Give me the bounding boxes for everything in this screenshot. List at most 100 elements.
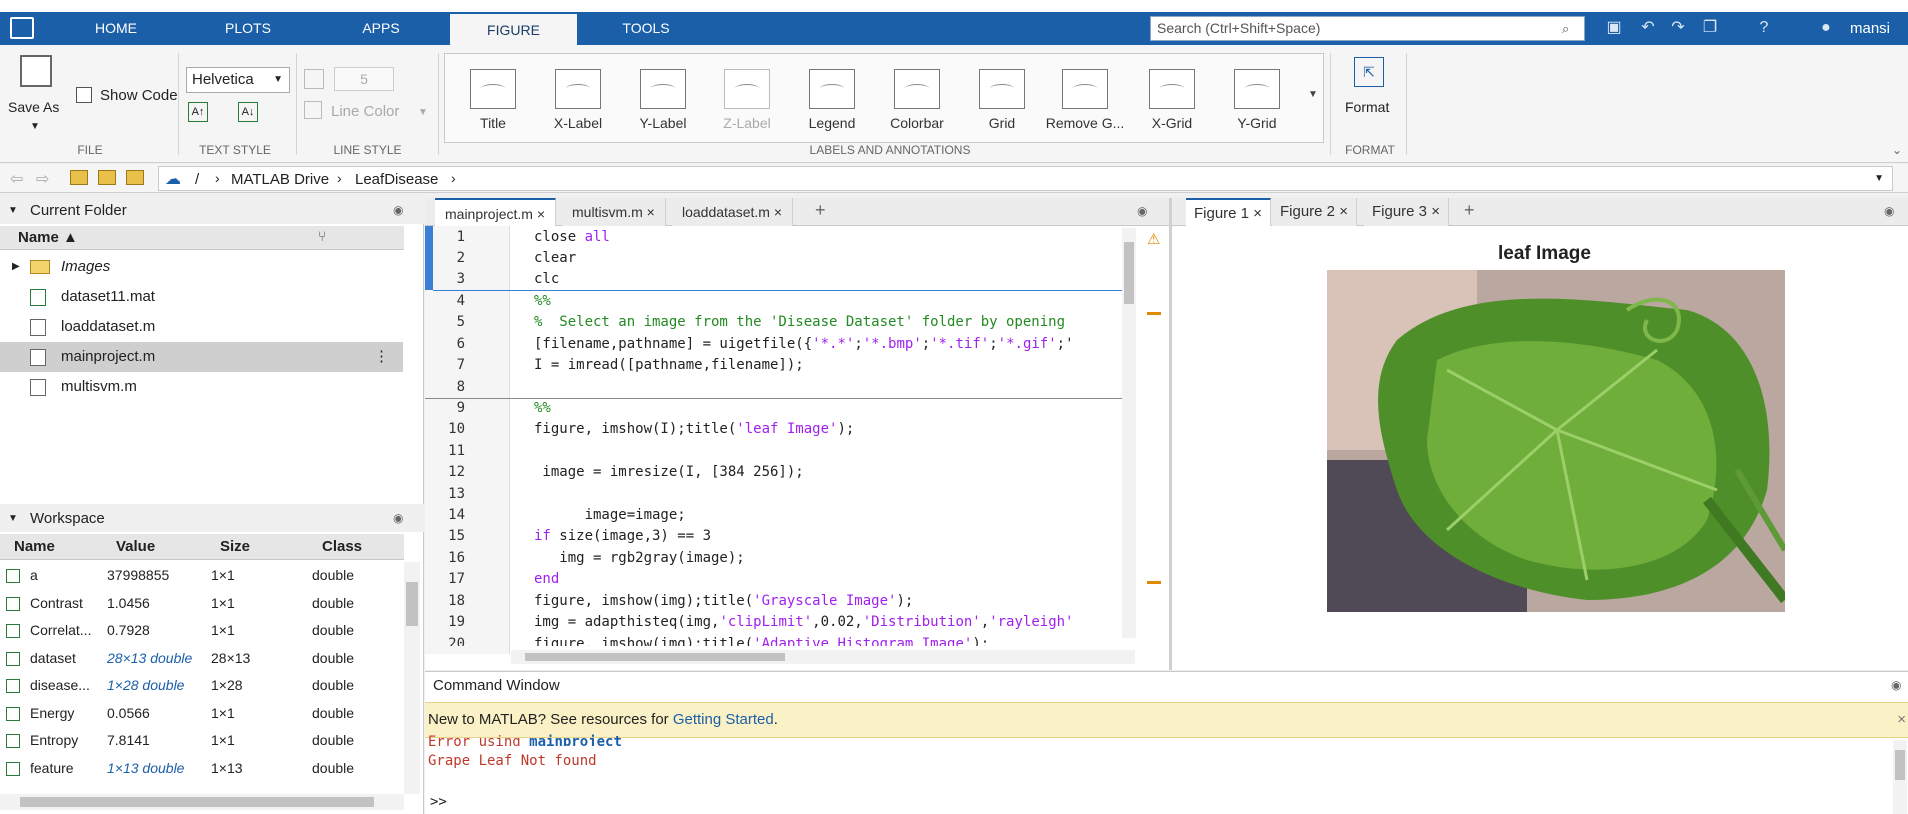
tab-apps[interactable]: APPS xyxy=(325,12,437,45)
show-code-label[interactable]: Show Code xyxy=(100,87,178,104)
close-icon[interactable]: × xyxy=(774,204,782,220)
code-line[interactable]: img = rgb2gray(image); xyxy=(534,550,744,566)
tab-figure-2[interactable]: Figure 2 × xyxy=(1272,198,1357,226)
collapse-icon[interactable]: ▼ xyxy=(8,205,18,216)
value-column-header[interactable]: Value xyxy=(116,534,155,560)
close-icon[interactable]: × xyxy=(647,204,655,220)
y-label-button[interactable]: Y-Label xyxy=(622,65,704,145)
breadcrumb-matlab-drive[interactable]: MATLAB Drive xyxy=(231,171,329,188)
collapse-ribbon-icon[interactable]: ⌄ xyxy=(1892,143,1902,157)
tab-home[interactable]: HOME xyxy=(60,12,172,45)
tab-figure-1[interactable]: Figure 1 × xyxy=(1186,198,1271,226)
x-grid-button[interactable]: X-Grid xyxy=(1131,65,1213,145)
code-line[interactable]: if size(image,3) == 3 xyxy=(534,528,711,544)
undo-icon[interactable]: ↶ xyxy=(1638,17,1658,39)
table-row[interactable]: disease... 1×28 double 1×28 double xyxy=(0,672,404,699)
list-item[interactable]: dataset11.mat xyxy=(0,282,403,312)
source-control-icon[interactable]: ⑂ xyxy=(318,228,326,244)
panel-actions-icon[interactable]: ◉ xyxy=(1891,678,1901,692)
list-item[interactable]: loaddataset.m xyxy=(0,312,403,342)
find-files-icon[interactable] xyxy=(126,170,144,185)
class-column-header[interactable]: Class xyxy=(322,534,362,560)
help-icon[interactable]: ? xyxy=(1754,17,1774,39)
back-icon[interactable]: ⇦ xyxy=(10,169,23,189)
search-input[interactable]: Search (Ctrl+Shift+Space) xyxy=(1150,16,1585,41)
tab-plots[interactable]: PLOTS xyxy=(192,12,304,45)
panel-splitter[interactable] xyxy=(1169,198,1172,670)
redo-icon[interactable]: ↷ xyxy=(1668,17,1688,39)
mainproject-link[interactable]: mainproject xyxy=(529,734,622,746)
show-code-checkbox[interactable] xyxy=(76,87,92,103)
y-grid-button[interactable]: Y-Grid xyxy=(1216,65,1298,145)
search-icon[interactable]: ⌕ xyxy=(1562,21,1569,37)
panel-actions-icon[interactable]: ◉ xyxy=(393,511,403,525)
format-button[interactable]: Format xyxy=(1345,99,1389,115)
save-as-dropdown-icon[interactable]: ▼ xyxy=(30,121,40,132)
font-select[interactable]: Helvetica ▼ xyxy=(186,67,290,93)
account-icon[interactable]: ● xyxy=(1816,17,1836,39)
panel-actions-icon[interactable]: ◉ xyxy=(393,203,403,217)
tab-multisvm[interactable]: multisvm.m × xyxy=(562,198,666,226)
add-tab-icon[interactable]: + xyxy=(1464,200,1475,221)
address-dropdown-icon[interactable]: ▼ xyxy=(1874,173,1884,184)
format-icon[interactable]: ⇱ xyxy=(1354,57,1384,87)
tab-loaddataset[interactable]: loaddataset.m × xyxy=(672,198,794,226)
table-row[interactable]: Entropy 7.8141 1×1 double xyxy=(0,727,404,754)
increase-font-icon[interactable]: A↑ xyxy=(188,102,208,122)
switch-windows-icon[interactable]: ❐ xyxy=(1700,17,1720,39)
address-bar[interactable]: ☁ / › MATLAB Drive › LeafDisease › ▼ xyxy=(158,166,1893,191)
table-row[interactable]: Correlat... 0.7928 1×1 double xyxy=(0,617,404,644)
command-scrollbar[interactable] xyxy=(1893,740,1907,814)
tab-figure[interactable]: FIGURE xyxy=(450,12,577,45)
list-item[interactable]: ▶ Images xyxy=(0,252,403,282)
more-options-icon[interactable]: ⋮ xyxy=(374,342,389,372)
code-line[interactable]: %% xyxy=(534,400,551,416)
decrease-font-icon[interactable]: A↓ xyxy=(238,102,258,122)
getting-started-link[interactable]: Getting Started xyxy=(673,711,774,728)
tab-tools[interactable]: TOOLS xyxy=(577,12,715,45)
vertical-scrollbar[interactable] xyxy=(404,562,420,794)
workspace-header[interactable]: Name Value Size Class xyxy=(0,534,404,560)
user-name[interactable]: mansi xyxy=(1850,20,1890,37)
horizontal-scrollbar[interactable] xyxy=(0,794,404,810)
size-column-header[interactable]: Size xyxy=(220,534,250,560)
code-line[interactable]: image=image; xyxy=(534,507,686,523)
code-line[interactable]: close all xyxy=(534,229,610,245)
editor-vertical-scrollbar[interactable] xyxy=(1122,228,1136,638)
z-label-button[interactable]: Z-Label xyxy=(706,65,788,145)
table-row[interactable]: Energy 0.0566 1×1 double xyxy=(0,700,404,727)
command-prompt[interactable]: >> xyxy=(430,794,447,810)
name-column-header[interactable]: Name xyxy=(14,534,55,560)
save-as-button[interactable]: Save As xyxy=(8,99,59,115)
name-column-header[interactable]: Name ▲ xyxy=(18,229,78,246)
breadcrumb-leafdisease[interactable]: LeafDisease xyxy=(355,171,438,188)
code-line[interactable]: figure, imshow(img);title('Grayscale Ima… xyxy=(534,593,913,609)
browse-folder-icon[interactable] xyxy=(98,170,116,185)
code-line[interactable]: figure, imshow(I);title('leaf Image'); xyxy=(534,421,854,437)
colorbar-button[interactable]: Colorbar xyxy=(876,65,958,145)
column-header[interactable]: Name ▲ ⑂ xyxy=(0,226,404,250)
line-width-stepper[interactable]: 5 xyxy=(334,67,394,91)
table-row[interactable]: feature 1×13 double 1×13 double xyxy=(0,755,404,782)
table-row[interactable]: Contrast 1.0456 1×1 double xyxy=(0,590,404,617)
list-item[interactable]: multisvm.m xyxy=(0,372,403,402)
tab-mainproject[interactable]: mainproject.m × xyxy=(435,198,556,226)
code-line[interactable]: % Select an image from the 'Disease Data… xyxy=(534,314,1065,330)
save-icon[interactable]: ▣ xyxy=(1604,17,1624,39)
save-as-icon[interactable] xyxy=(20,55,52,87)
up-folder-icon[interactable] xyxy=(70,170,88,185)
panel-actions-icon[interactable]: ◉ xyxy=(1884,204,1894,218)
matlab-logo-icon[interactable] xyxy=(10,17,34,39)
legend-button[interactable]: Legend xyxy=(791,65,873,145)
forward-icon[interactable]: ⇨ xyxy=(36,169,49,189)
list-item[interactable]: mainproject.m ⋮ xyxy=(0,342,403,372)
grid-button[interactable]: Grid xyxy=(961,65,1043,145)
panel-actions-icon[interactable]: ◉ xyxy=(1137,204,1147,218)
close-icon[interactable]: × xyxy=(1897,703,1906,737)
remove-grid-button[interactable]: Remove G... xyxy=(1044,65,1126,145)
code-line[interactable]: clear xyxy=(534,250,576,266)
table-row[interactable]: dataset 28×13 double 28×13 double xyxy=(0,645,404,672)
code-line[interactable]: [filename,pathname] = uigetfile({'*.*';'… xyxy=(534,336,1074,352)
code-line[interactable]: clc xyxy=(534,271,559,287)
code-line[interactable]: figure, imshow(img);title('Adaptive Hist… xyxy=(534,636,989,646)
